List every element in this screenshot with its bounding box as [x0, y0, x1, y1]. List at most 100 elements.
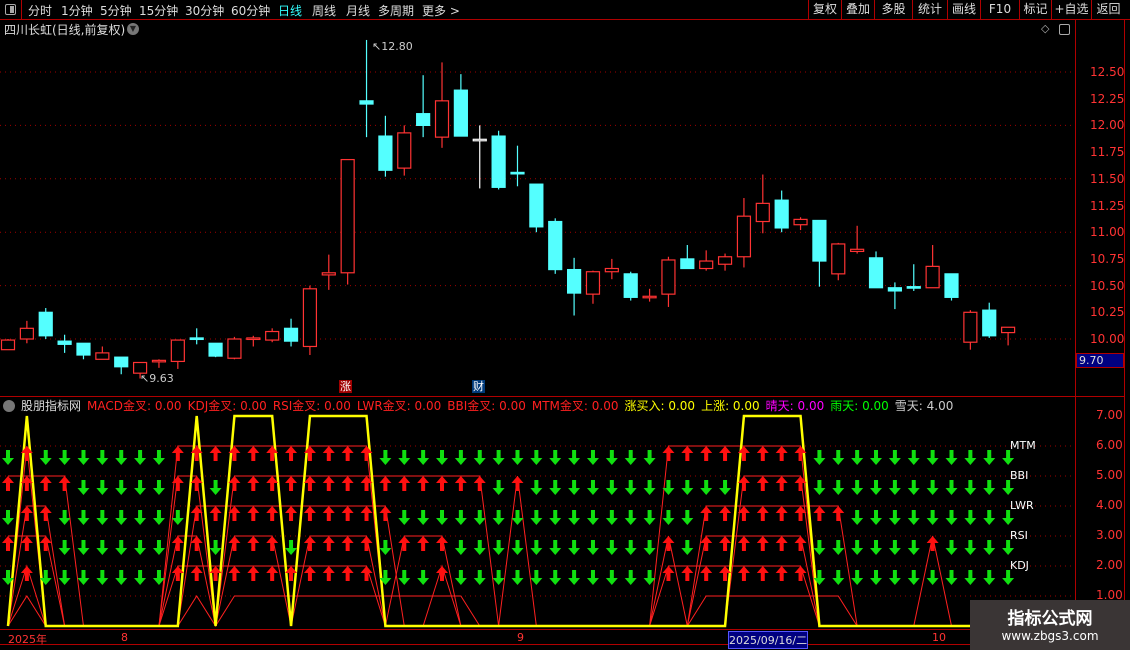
down-arrow-icon: [134, 450, 147, 465]
up-arrow-icon: [303, 506, 316, 521]
candle[interactable]: [340, 158, 355, 285]
candle[interactable]: [793, 217, 808, 231]
candle[interactable]: [906, 264, 921, 291]
down-arrow-icon: [1002, 540, 1015, 555]
candle[interactable]: [755, 174, 770, 234]
down-arrow-icon: [907, 510, 920, 525]
price-tick-label: 11.25: [1090, 198, 1125, 213]
down-arrow-icon: [624, 480, 637, 495]
candle[interactable]: [434, 62, 450, 148]
kline-chart[interactable]: ↖12.80 ↖9.63: [0, 0, 1130, 650]
candle[interactable]: [76, 342, 91, 360]
chevron-down-icon[interactable]: [3, 400, 15, 412]
down-arrow-icon: [586, 540, 599, 555]
down-arrow-icon: [964, 510, 977, 525]
down-arrow-icon: [58, 540, 71, 555]
candle[interactable]: [868, 251, 884, 289]
down-arrow-icon: [983, 510, 996, 525]
candle[interactable]: [453, 74, 468, 137]
candle[interactable]: [548, 218, 563, 274]
candle[interactable]: [416, 75, 431, 138]
candle[interactable]: [19, 320, 34, 344]
down-arrow-icon: [454, 540, 467, 555]
down-arrow-icon: [983, 570, 996, 585]
candle[interactable]: [982, 302, 997, 338]
up-arrow-icon: [58, 476, 71, 491]
candle[interactable]: [831, 242, 846, 281]
candle[interactable]: [623, 271, 638, 301]
news-tag-finance[interactable]: 财: [472, 380, 485, 393]
down-arrow-icon: [624, 540, 637, 555]
price-tick-label: 10.75: [1090, 251, 1125, 266]
candle[interactable]: [0, 339, 16, 351]
down-arrow-icon: [473, 540, 486, 555]
candle[interactable]: [925, 245, 940, 289]
candle[interactable]: [566, 257, 582, 316]
up-arrow-icon: [700, 506, 713, 521]
down-arrow-icon: [643, 510, 656, 525]
down-arrow-icon: [813, 450, 826, 465]
candle[interactable]: [302, 285, 318, 356]
down-arrow-icon: [492, 480, 505, 495]
down-arrow-icon: [58, 450, 71, 465]
candle[interactable]: [850, 225, 865, 254]
candle[interactable]: [397, 125, 412, 176]
up-arrow-icon: [511, 476, 524, 491]
down-arrow-icon: [568, 540, 581, 555]
up-arrow-icon: [341, 566, 354, 581]
candle[interactable]: [604, 258, 619, 280]
candle[interactable]: [963, 310, 978, 350]
candle[interactable]: [57, 334, 72, 353]
down-arrow-icon: [436, 510, 449, 525]
candle[interactable]: [529, 183, 544, 233]
candle[interactable]: [189, 328, 204, 345]
down-arrow-icon: [2, 450, 14, 465]
up-arrow-icon: [756, 506, 769, 521]
down-arrow-icon: [417, 570, 430, 585]
candle[interactable]: [246, 335, 261, 347]
candle[interactable]: [661, 256, 676, 307]
candle[interactable]: [227, 336, 242, 360]
down-arrow-icon: [926, 510, 939, 525]
indicator-name[interactable]: 股朋指标网: [21, 399, 81, 413]
candle[interactable]: [717, 253, 733, 271]
up-arrow-icon: [266, 566, 279, 581]
candle[interactable]: [491, 130, 506, 190]
candle[interactable]: [321, 254, 336, 290]
down-arrow-icon: [719, 480, 732, 495]
candle[interactable]: [208, 342, 223, 358]
candle[interactable]: [510, 145, 525, 187]
price-tick-label: 11.75: [1090, 145, 1125, 160]
down-arrow-icon: [77, 510, 90, 525]
candle[interactable]: [585, 270, 601, 304]
candle[interactable]: [359, 39, 374, 138]
down-arrow-icon: [926, 480, 939, 495]
candle[interactable]: [114, 356, 129, 375]
candle[interactable]: [642, 288, 657, 302]
candle[interactable]: [95, 346, 110, 360]
candle[interactable]: [283, 318, 299, 347]
candle[interactable]: [699, 250, 714, 271]
indicator-header: 股朋指标网 MACD金叉: 0.00 KDJ金叉: 0.00 RSI金叉: 0.00 L…: [0, 397, 959, 413]
candle[interactable]: [944, 273, 959, 301]
candle[interactable]: [774, 190, 789, 233]
down-arrow-icon: [417, 510, 430, 525]
candle[interactable]: [151, 359, 167, 368]
down-arrow-icon: [945, 510, 958, 525]
candle[interactable]: [736, 198, 752, 268]
candle[interactable]: [38, 308, 53, 339]
up-arrow-icon: [832, 506, 845, 521]
candle[interactable]: [812, 219, 827, 287]
down-arrow-icon: [152, 480, 165, 495]
candle[interactable]: [887, 282, 902, 310]
news-tag-rise[interactable]: 涨: [339, 380, 352, 393]
signal-line-lwr: [7, 505, 1009, 627]
up-arrow-icon: [436, 476, 449, 491]
candle[interactable]: [265, 328, 280, 343]
signal-line-l1: [7, 595, 1009, 627]
candle[interactable]: [170, 339, 185, 369]
down-arrow-icon: [983, 540, 996, 555]
candle[interactable]: [680, 245, 695, 270]
candle[interactable]: [1001, 326, 1016, 346]
down-arrow-icon: [492, 450, 505, 465]
